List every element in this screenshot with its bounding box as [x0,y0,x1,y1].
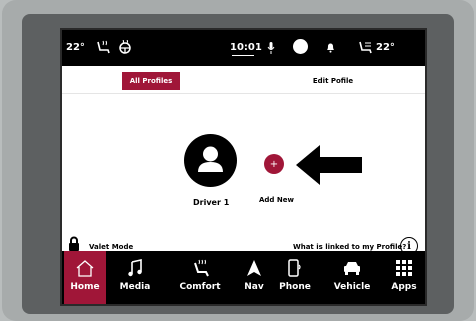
valet-mode-button[interactable]: Valet Mode [89,243,133,251]
tab-edit-profile[interactable]: Edit Pofile [298,72,368,90]
linked-to-profile-link[interactable]: What is linked to my Profile? [293,243,406,251]
nav-home-label: Home [70,282,100,292]
status-bar: 22° 10:01 22° [62,30,425,66]
navigation-arrow-icon [246,258,262,278]
microphone-icon[interactable] [267,42,275,57]
heated-steering-wheel-icon[interactable] [118,39,132,57]
tab-all-profiles[interactable]: All Profiles [122,72,180,90]
driver-1-label: Driver 1 [193,198,230,207]
add-new-label: Add New [259,196,294,204]
nav-vehicle-label: Vehicle [333,282,371,292]
clock: 10:01 [230,42,262,53]
nav-comfort-label: Comfort [179,282,221,292]
nav-apps-label: Apps [391,282,417,292]
profile-tabs: All Profiles Edit Pofile [62,66,425,94]
camera-icon[interactable] [293,39,308,54]
car-icon [342,258,362,278]
notification-bell-icon[interactable] [326,42,335,56]
temperature-left[interactable]: 22° [66,42,85,53]
music-note-icon [127,258,143,278]
home-icon [75,258,95,278]
driver-1-profile-button[interactable] [184,134,237,187]
nav-media-label: Media [119,282,151,292]
infotainment-screen: 22° 10:01 22° All Profiles Edit Pofile D… [60,28,427,306]
plus-icon: + [269,158,279,170]
nav-media[interactable]: Media [112,251,158,304]
nav-phone-label: Phone [279,282,311,292]
phone-icon [287,258,303,278]
clock-underline [232,55,254,56]
nav-apps[interactable]: Apps [382,251,425,304]
nav-navigation[interactable]: Nav [234,251,274,304]
add-new-profile-button[interactable]: + [264,154,284,174]
person-avatar-icon [198,146,223,172]
ventilated-seat-icon[interactable] [357,40,375,57]
nav-nav-label: Nav [244,282,264,292]
nav-home[interactable]: Home [64,251,106,304]
nav-vehicle[interactable]: Vehicle [326,251,378,304]
nav-phone[interactable]: Phone [272,251,318,304]
profiles-panel: All Profiles Edit Pofile Driver 1 + Add … [62,66,425,255]
bottom-nav-bar: Home Media Comfort Nav Phone Vehicle App… [62,251,425,304]
pointer-arrow-icon [296,145,362,185]
seat-comfort-icon [189,258,211,278]
temperature-right[interactable]: 22° [376,42,395,53]
grid-icon [395,258,413,278]
nav-comfort[interactable]: Comfort [170,251,230,304]
heated-seat-icon[interactable] [95,40,113,57]
